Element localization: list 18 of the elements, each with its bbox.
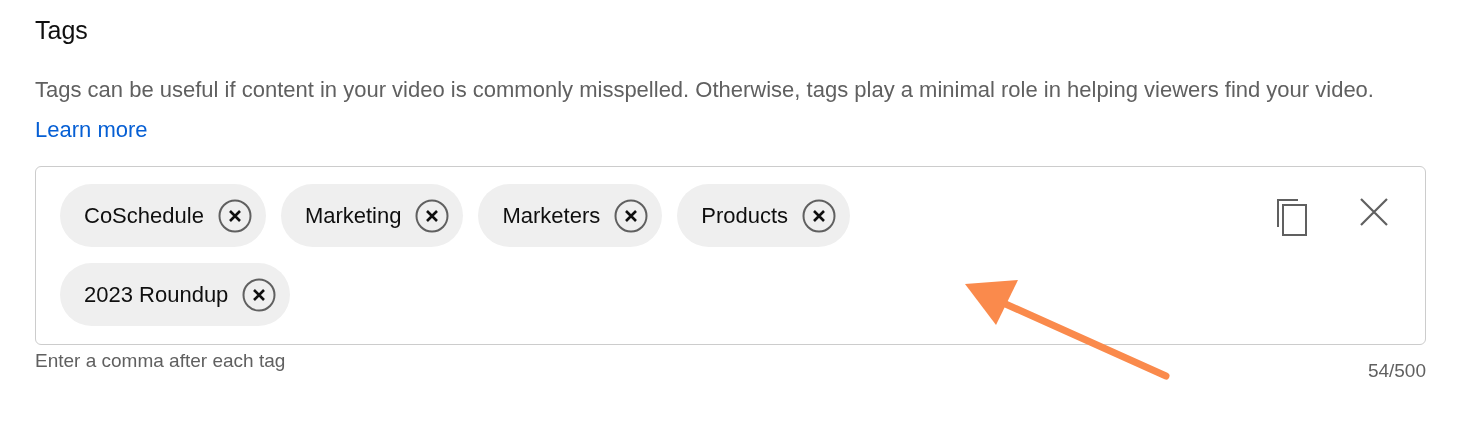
- remove-tag-icon[interactable]: [242, 277, 277, 312]
- tag-label: Marketers: [502, 202, 601, 230]
- learn-more-link[interactable]: Learn more: [35, 117, 148, 142]
- tag-label: Products: [701, 202, 789, 230]
- remove-tag-icon[interactable]: [802, 198, 837, 233]
- copy-icon[interactable]: [1275, 197, 1309, 237]
- character-counter: 54/500: [1367, 359, 1426, 383]
- tags-input[interactable]: CoSchedule Marketing Marketers Products 2023 Roundup: [35, 166, 1426, 345]
- remove-tag-icon[interactable]: [614, 198, 649, 233]
- description-text: Tags can be useful if content in your video is commonly misspelled. Otherwise, tags play a minimal role in helping viewers find your video.: [35, 77, 1374, 102]
- helper-text: Enter a comma after each tag: [35, 349, 286, 373]
- remove-tag-icon[interactable]: [217, 198, 252, 233]
- tag-label: 2023 Roundup: [84, 281, 229, 309]
- remove-tag-icon[interactable]: [415, 198, 450, 233]
- section-title: Tags: [35, 15, 88, 46]
- tag-label: Marketing: [304, 202, 402, 230]
- close-icon[interactable]: [1359, 197, 1389, 227]
- tag-label: CoSchedule: [84, 202, 204, 230]
